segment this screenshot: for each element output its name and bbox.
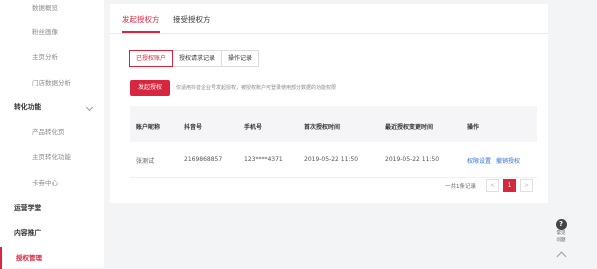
sub-tabs: 已授权账户 授权请求记录 操作记录 — [129, 50, 260, 67]
sidebar-group-label: 内容推广 — [14, 229, 42, 237]
initiate-authorization-button[interactable]: 发起授权 — [130, 80, 170, 96]
chevron-up-icon[interactable] — [556, 251, 567, 262]
sidebar-item-label: 数据概览 — [32, 4, 58, 12]
column-header-last-change-time: 最近授权变更时间 — [385, 124, 434, 131]
sidebar-group-operation-school[interactable]: 运营学堂 — [0, 197, 104, 219]
cell-phone: 123****4371 — [244, 156, 283, 163]
cell-last-change-time: 2019-05-22 11:50 — [385, 156, 440, 163]
authorization-hint: 仅适用抖音企业号发起授权，被授权账户可登录使用部分数据的功能权限 — [176, 85, 337, 91]
column-header-first-auth-time: 首次授权时间 — [304, 124, 341, 131]
sidebar-group-label: 转化功能 — [14, 103, 42, 111]
column-header-actions: 操作 — [467, 124, 480, 131]
sidebar-group-label: 运营学堂 — [14, 204, 42, 212]
table-row: 张测试 2169868857 123****4371 2019-05-22 11… — [130, 142, 537, 178]
sidebar-item-label: 粉丝画像 — [32, 28, 58, 36]
sidebar-item-homepage-analysis[interactable]: 主页分析 — [0, 46, 104, 68]
pagination: 一共1条记录 < 1 > — [445, 178, 533, 193]
sidebar-item-fans-profile[interactable]: 粉丝画像 — [0, 21, 104, 43]
sidebar-item-coupon-center[interactable]: 卡券中心 — [0, 172, 104, 194]
faq-label-line2: 问题 — [556, 238, 566, 243]
permission-settings-link[interactable]: 权限设置 — [467, 156, 491, 165]
tab-authorized-accounts[interactable]: 已授权账户 — [129, 50, 174, 67]
sidebar-group-content-promotion[interactable]: 内容推广 — [0, 222, 104, 244]
cell-douyin-id: 2169868857 — [184, 156, 223, 163]
next-page-button[interactable]: > — [520, 179, 533, 192]
table-header: 账户昵称 抖音号 手机号 首次授权时间 最近授权变更时间 操作 — [130, 106, 537, 142]
sidebar-item-store-analysis[interactable]: 门店数据分析 — [0, 72, 104, 94]
sidebar-item-authorization[interactable]: 授权管理 — [0, 247, 104, 269]
revoke-authorization-link[interactable]: 撤销授权 — [496, 156, 520, 165]
tab-authorization-requests[interactable]: 授权请求记录 — [172, 50, 223, 67]
help-icon: ? — [555, 219, 567, 230]
column-header-douyin-id: 抖音号 — [184, 124, 203, 131]
authorized-accounts-table: 账户昵称 抖音号 手机号 首次授权时间 最近授权变更时间 操作 张测试 2169… — [130, 106, 537, 178]
chevron-down-icon — [85, 103, 94, 112]
faq-label-line1: 常见 — [556, 231, 566, 236]
sidebar-item-label: 主页分析 — [32, 53, 58, 61]
sidebar: 数据概览 粉丝画像 主页分析 门店数据分析 转化功能 产品转化页 主页转化功能 … — [0, 0, 104, 269]
faq-widget[interactable]: ? 常见 问题 — [551, 219, 571, 244]
active-tab-indicator — [122, 31, 160, 33]
sidebar-item-label: 产品转化页 — [32, 128, 65, 136]
top-tabs: 发起授权方 接受授权方 — [110, 4, 548, 34]
column-header-nickname: 账户昵称 — [136, 124, 161, 131]
tab-initiate-authorization[interactable]: 发起授权方 — [122, 14, 160, 25]
sidebar-item-data-overview[interactable]: 数据概览 — [0, 0, 104, 19]
sidebar-item-label: 主页转化功能 — [32, 153, 71, 161]
pagination-total: 一共1条记录 — [445, 183, 476, 190]
cell-first-auth-time: 2019-05-22 11:50 — [304, 156, 359, 163]
main-panel: 发起授权方 接受授权方 已授权账户 授权请求记录 操作记录 发起授权 仅适用抖音… — [110, 4, 548, 203]
sidebar-item-homepage-conversion[interactable]: 主页转化功能 — [0, 146, 104, 168]
sidebar-item-label: 授权管理 — [16, 254, 42, 262]
sidebar-item-label: 卡券中心 — [32, 179, 58, 187]
prev-page-button[interactable]: < — [486, 179, 499, 192]
cell-nickname: 张测试 — [136, 158, 155, 165]
tab-receive-authorization[interactable]: 接受授权方 — [173, 14, 211, 25]
sidebar-item-product-conversion[interactable]: 产品转化页 — [0, 121, 104, 143]
page-button-current[interactable]: 1 — [503, 179, 516, 192]
sidebar-group-conversion[interactable]: 转化功能 — [0, 96, 104, 118]
tab-operation-log[interactable]: 操作记录 — [221, 50, 260, 67]
sidebar-item-label: 门店数据分析 — [32, 79, 71, 87]
column-header-phone: 手机号 — [244, 124, 263, 131]
